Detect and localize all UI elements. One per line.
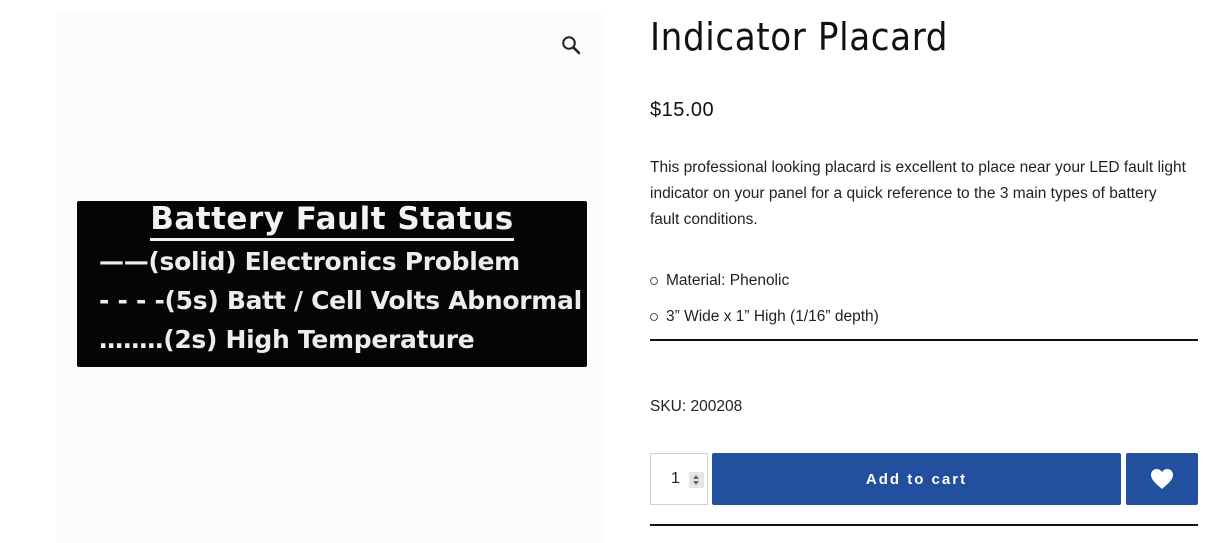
wishlist-button[interactable]	[1126, 453, 1198, 505]
product-gallery: Battery Fault Status ——(solid) Electroni…	[56, 12, 605, 543]
zoom-button[interactable]	[556, 30, 586, 60]
divider	[650, 524, 1198, 526]
bullet-icon	[650, 277, 658, 285]
chevron-down-icon[interactable]	[693, 481, 699, 485]
product-image[interactable]: Battery Fault Status ——(solid) Electroni…	[77, 201, 587, 367]
heart-icon	[1151, 469, 1173, 489]
product-description: This professional looking placard is exc…	[650, 159, 1186, 228]
quantity-stepper[interactable]: 1	[650, 453, 708, 505]
placard-line-2s: ․․․․․․․․(2s) High Temperature	[99, 325, 475, 354]
placard-line-solid: ——(solid) Electronics Problem	[99, 247, 520, 276]
list-item: Material: Phenolic	[650, 263, 879, 299]
placard-line-5s: - - - -(5s) Batt / Cell Volts Abnormal	[99, 286, 582, 315]
quantity-value[interactable]: 1	[671, 470, 680, 488]
magnifier-icon	[562, 36, 581, 55]
feature-text: Material: Phenolic	[666, 272, 790, 289]
placard-title: Battery Fault Status	[150, 201, 514, 241]
bullet-icon	[650, 313, 658, 321]
product-title: Indicator Placard	[650, 15, 949, 59]
divider	[650, 339, 1198, 341]
product-price: $15.00	[650, 99, 715, 121]
quantity-spinner[interactable]	[689, 472, 704, 488]
add-to-cart-button[interactable]: Add to cart	[712, 453, 1121, 505]
list-item: 3” Wide x 1” High (1/16” depth)	[650, 299, 879, 335]
feature-text: 3” Wide x 1” High (1/16” depth)	[666, 308, 879, 325]
sku: SKU: 200208	[650, 398, 743, 415]
feature-list: Material: Phenolic 3” Wide x 1” High (1/…	[650, 263, 879, 335]
chevron-up-icon[interactable]	[693, 475, 699, 479]
